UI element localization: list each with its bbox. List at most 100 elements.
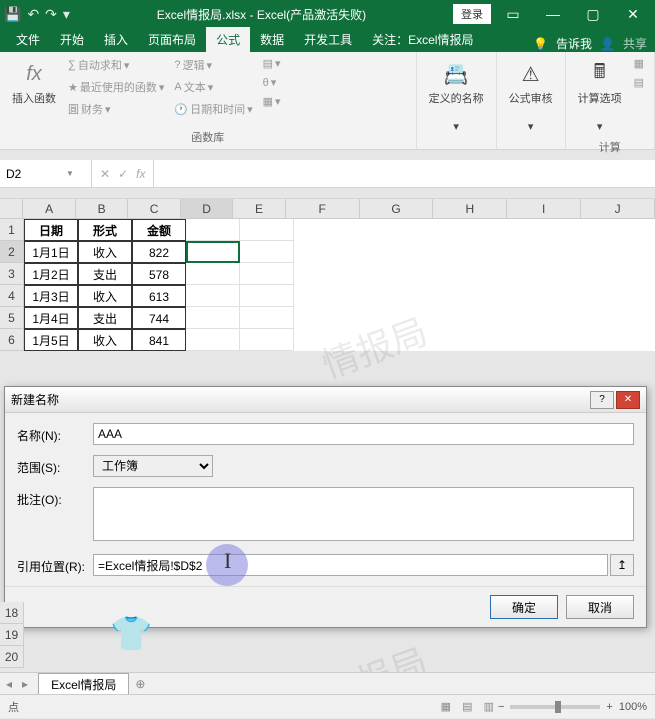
autosum-button[interactable]: ∑ 自动求和 ▾ xyxy=(66,56,166,74)
cell[interactable]: 1月2日 xyxy=(24,263,78,285)
ribbon-display-icon[interactable]: ▭ xyxy=(495,2,531,26)
cell[interactable] xyxy=(186,219,240,241)
formula-bar[interactable] xyxy=(154,160,655,187)
selected-cell[interactable] xyxy=(186,241,240,263)
defined-names-button[interactable]: 📇 定义的名称▾ xyxy=(425,56,488,137)
fx-icon[interactable]: fx xyxy=(136,167,145,181)
name-box-input[interactable] xyxy=(6,167,66,181)
logical-button[interactable]: ? 逻辑 ▾ xyxy=(172,56,254,74)
cell[interactable]: 金额 xyxy=(132,219,186,241)
cell[interactable]: 收入 xyxy=(78,329,132,351)
close-icon[interactable]: ✕ xyxy=(615,2,651,26)
col-header[interactable]: H xyxy=(433,199,507,219)
row-header[interactable]: 5 xyxy=(0,307,24,329)
zoom-slider[interactable] xyxy=(510,705,600,709)
col-header[interactable]: I xyxy=(507,199,581,219)
select-all-corner[interactable] xyxy=(0,199,23,219)
save-icon[interactable]: 💾 xyxy=(4,6,21,23)
page-break-icon[interactable]: ▥ xyxy=(484,701,494,713)
row-header[interactable]: 4 xyxy=(0,285,24,307)
tab-formulas[interactable]: 公式 xyxy=(206,27,250,52)
redo-icon[interactable]: ↷ xyxy=(45,6,57,23)
row-header[interactable]: 20 xyxy=(0,646,24,668)
maximize-icon[interactable]: ▢ xyxy=(575,2,611,26)
tab-insert[interactable]: 插入 xyxy=(94,27,138,52)
cell[interactable]: 收入 xyxy=(78,241,132,263)
cell[interactable] xyxy=(240,263,294,285)
sheet-tab[interactable]: Excel情报局 xyxy=(38,673,129,695)
sheet-nav-prev-icon[interactable]: ◂ xyxy=(6,677,12,691)
cell[interactable]: 841 xyxy=(132,329,186,351)
cell[interactable] xyxy=(240,241,294,263)
lookup-button[interactable]: ▤ ▾ xyxy=(261,56,283,71)
dialog-close-button[interactable]: ✕ xyxy=(616,391,640,409)
ref-input[interactable] xyxy=(93,554,608,576)
normal-view-icon[interactable]: ▦ xyxy=(441,701,451,713)
tab-data[interactable]: 数据 xyxy=(250,27,294,52)
cell[interactable]: 日期 xyxy=(24,219,78,241)
tab-home[interactable]: 开始 xyxy=(50,27,94,52)
tab-layout[interactable]: 页面布局 xyxy=(138,27,206,52)
col-header[interactable]: E xyxy=(233,199,285,219)
cell[interactable]: 822 xyxy=(132,241,186,263)
row-header[interactable]: 19 xyxy=(0,624,24,646)
zoom-in-icon[interactable]: + xyxy=(606,701,612,713)
row-header[interactable]: 6 xyxy=(0,329,24,351)
text-button[interactable]: A 文本 ▾ xyxy=(172,78,254,96)
cell[interactable]: 支出 xyxy=(78,307,132,329)
cell[interactable] xyxy=(240,307,294,329)
dialog-help-button[interactable]: ? xyxy=(590,391,614,409)
tab-devtools[interactable]: 开发工具 xyxy=(294,27,362,52)
cell[interactable]: 支出 xyxy=(78,263,132,285)
cell[interactable] xyxy=(240,285,294,307)
cell[interactable] xyxy=(186,263,240,285)
col-header[interactable]: C xyxy=(128,199,180,219)
login-button[interactable]: 登录 xyxy=(453,4,491,24)
tellme-text[interactable]: 告诉我 xyxy=(556,35,592,52)
row-header[interactable]: 2 xyxy=(0,241,24,263)
cancel-formula-icon[interactable]: ✕ xyxy=(100,167,110,181)
recent-functions-button[interactable]: ★ 最近使用的函数 ▾ xyxy=(66,78,166,96)
col-header[interactable]: G xyxy=(360,199,434,219)
comment-textarea[interactable] xyxy=(93,487,634,541)
more-fn-button[interactable]: ▦ ▾ xyxy=(261,94,283,109)
tab-file[interactable]: 文件 xyxy=(6,27,50,52)
cell[interactable]: 1月3日 xyxy=(24,285,78,307)
cell[interactable]: 578 xyxy=(132,263,186,285)
row-header[interactable]: 1 xyxy=(0,219,24,241)
cell[interactable]: 613 xyxy=(132,285,186,307)
col-header[interactable]: F xyxy=(286,199,360,219)
add-sheet-icon[interactable]: ⊕ xyxy=(135,677,145,691)
col-header[interactable]: A xyxy=(23,199,75,219)
cell[interactable]: 收入 xyxy=(78,285,132,307)
zoom-level[interactable]: 100% xyxy=(619,701,647,713)
cell[interactable] xyxy=(186,307,240,329)
ref-collapse-button[interactable]: ↥ xyxy=(610,554,634,576)
page-layout-icon[interactable]: ▤ xyxy=(462,701,472,713)
cell[interactable] xyxy=(240,329,294,351)
undo-icon[interactable]: ↶ xyxy=(27,6,39,23)
cell[interactable]: 形式 xyxy=(78,219,132,241)
name-box[interactable]: ▼ xyxy=(0,160,92,187)
math-button[interactable]: θ ▾ xyxy=(261,75,283,90)
qat-more-icon[interactable]: ▾ xyxy=(63,6,70,23)
col-header[interactable]: D xyxy=(181,199,233,219)
cancel-button[interactable]: 取消 xyxy=(566,595,634,619)
sheet-nav-next-icon[interactable]: ▸ xyxy=(22,677,28,691)
chevron-down-icon[interactable]: ▼ xyxy=(66,169,74,178)
col-header[interactable]: B xyxy=(76,199,128,219)
col-header[interactable]: J xyxy=(581,199,655,219)
name-input[interactable] xyxy=(93,423,634,445)
cell[interactable]: 1月1日 xyxy=(24,241,78,263)
financial-button[interactable]: 圓 财务 ▾ xyxy=(66,100,166,118)
cell[interactable] xyxy=(186,285,240,307)
calc-sheet-button[interactable]: ▤ xyxy=(632,75,646,90)
cell[interactable]: 1月4日 xyxy=(24,307,78,329)
enter-formula-icon[interactable]: ✓ xyxy=(118,167,128,181)
datetime-button[interactable]: 🕐 日期和时间 ▾ xyxy=(172,100,254,118)
cell[interactable] xyxy=(186,329,240,351)
tab-about[interactable]: 关注：Excel情报局 xyxy=(362,27,483,52)
zoom-out-icon[interactable]: − xyxy=(498,701,504,713)
insert-function-button[interactable]: fx 插入函数 xyxy=(8,56,60,118)
dialog-titlebar[interactable]: 新建名称 ? ✕ xyxy=(5,387,646,413)
